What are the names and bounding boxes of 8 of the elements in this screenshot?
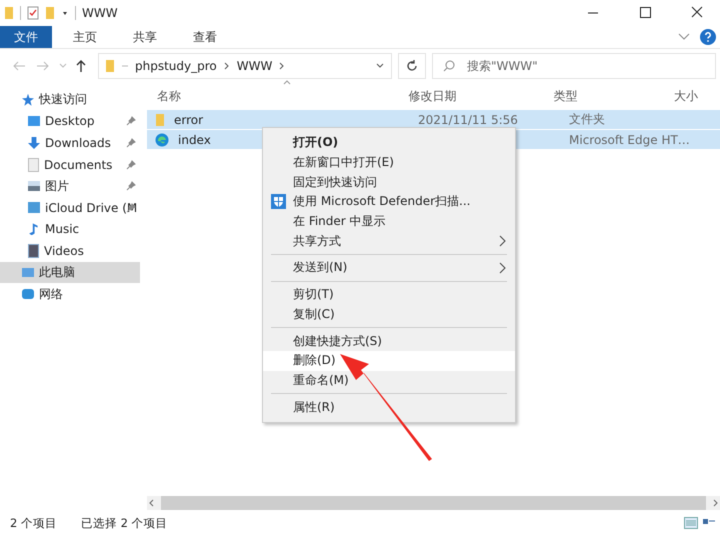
file-name: index <box>178 132 211 146</box>
item-count: 2 个项目 <box>10 516 57 530</box>
file-name: error <box>174 112 204 126</box>
file-type: 文件夹 <box>569 111 605 128</box>
file-type: Microsoft Edge HT… <box>569 132 689 146</box>
selection-count: 已选择 2 个项目 <box>80 516 168 530</box>
window-title: WWW <box>82 6 118 20</box>
file-date: 2021/11/11 5:56 <box>418 112 518 126</box>
